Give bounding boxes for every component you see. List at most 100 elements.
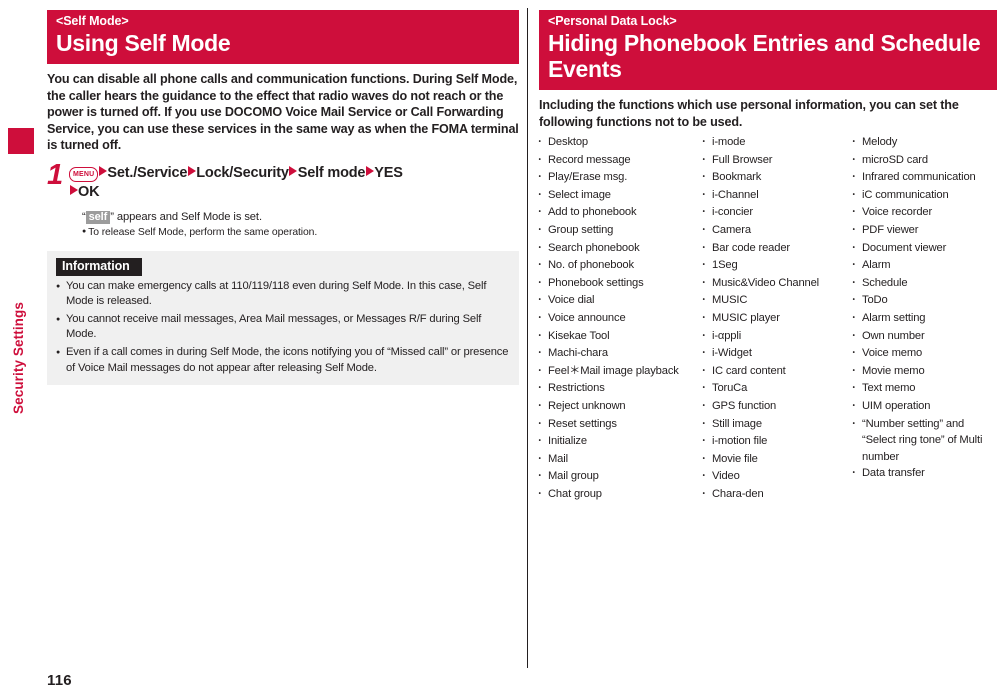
locked-function-item: Reject unknown <box>537 398 703 416</box>
locked-functions-column-1: DesktopRecord messagePlay/Erase msg.Sele… <box>537 134 703 504</box>
locked-function-item: i-mode <box>701 134 853 152</box>
chapter-side-tab: Security Settings <box>0 0 34 697</box>
locked-function-item: Video <box>701 468 853 486</box>
locked-function-item: MUSIC <box>701 292 853 310</box>
locked-function-item: ToDo <box>851 292 997 310</box>
locked-functions-list: DesktopRecord messagePlay/Erase msg.Sele… <box>537 134 997 504</box>
locked-function-item: Music&Video Channel <box>701 275 853 293</box>
information-title: Information <box>56 257 142 276</box>
locked-function-item: Bookmark <box>701 169 853 187</box>
locked-function-item: Text memo <box>851 380 997 398</box>
left-column: <Self Mode> Using Self Mode You can disa… <box>47 10 519 385</box>
arrow-right-icon <box>69 184 78 195</box>
step-item-1[interactable]: Lock/Security <box>196 165 289 181</box>
locked-function-item: Data transfer <box>851 465 997 483</box>
menu-key-icon[interactable]: MENU <box>69 166 99 182</box>
step-item-0[interactable]: Set./Service <box>107 165 187 181</box>
locked-function-item: Melody <box>851 134 997 152</box>
locked-function-item: Restrictions <box>537 380 703 398</box>
information-item: You cannot receive mail messages, Area M… <box>56 312 510 342</box>
chapter-tab-label: Security Settings <box>11 302 26 414</box>
locked-function-item: Movie memo <box>851 363 997 381</box>
step-notes: “self” appears and Self Mode is set. To … <box>69 210 519 240</box>
locked-function-item: Voice dial <box>537 292 703 310</box>
locked-function-item: Schedule <box>851 275 997 293</box>
locked-function-item: Full Browser <box>701 152 853 170</box>
personal-data-lock-title: Hiding Phonebook Entries and Schedule Ev… <box>548 30 981 82</box>
self-mode-step-1: 1 MENU Set./Service Lock/Security Self mode… <box>47 158 519 240</box>
locked-function-item: MUSIC player <box>701 310 853 328</box>
step-note-bullet: To release Self Mode, perform the same o… <box>82 225 519 240</box>
self-indicator-icon: self <box>85 210 111 224</box>
locked-function-item: Voice recorder <box>851 204 997 222</box>
locked-functions-column-3: MelodymicroSD cardInfrared communication… <box>851 134 997 503</box>
locked-function-item: microSD card <box>851 152 997 170</box>
locked-function-item: i-concier <box>701 204 853 222</box>
locked-function-item: Add to phonebook <box>537 204 703 222</box>
locked-function-item: 1Seg <box>701 257 853 275</box>
locked-function-item: Desktop <box>537 134 703 152</box>
right-column: <Personal Data Lock> Hiding Phonebook En… <box>537 10 997 504</box>
locked-function-item: “Number setting” and “Select ring tone” … <box>851 416 997 466</box>
step-note-chip-line: “self” appears and Self Mode is set. <box>82 210 519 225</box>
step-item-3[interactable]: YES <box>374 165 403 181</box>
locked-function-item: Bar code reader <box>701 240 853 258</box>
step-item-4[interactable]: OK <box>78 184 100 200</box>
locked-function-item: Chat group <box>537 486 703 504</box>
locked-function-item: Feel＊Mail image playback <box>537 363 703 381</box>
page-number: 116 <box>47 672 72 689</box>
locked-function-item: Voice memo <box>851 345 997 363</box>
locked-function-item: Reset settings <box>537 416 703 434</box>
self-mode-eyebrow: <Self Mode> <box>56 14 129 28</box>
locked-function-item: Chara-den <box>701 486 853 504</box>
locked-function-item: Still image <box>701 416 853 434</box>
locked-function-item: UIM operation <box>851 398 997 416</box>
locked-function-item: Camera <box>701 222 853 240</box>
locked-function-item: Mail group <box>537 468 703 486</box>
locked-function-item: Group setting <box>537 222 703 240</box>
personal-data-lock-lead-paragraph: Including the functions which use person… <box>539 98 959 129</box>
self-mode-title: Using Self Mode <box>56 30 231 56</box>
locked-function-item: Document viewer <box>851 240 997 258</box>
locked-function-item: Kisekae Tool <box>537 328 703 346</box>
locked-function-item: Voice announce <box>537 310 703 328</box>
information-item: You can make emergency calls at 110/119/… <box>56 279 510 309</box>
locked-function-item: i-motion file <box>701 433 853 451</box>
locked-function-item: Phonebook settings <box>537 275 703 293</box>
information-item: Even if a call comes in during Self Mode… <box>56 345 510 375</box>
step-item-2[interactable]: Self mode <box>298 165 366 181</box>
self-mode-lead-paragraph: You can disable all phone calls and comm… <box>47 72 519 152</box>
locked-function-item: ToruCa <box>701 380 853 398</box>
step-note-text: ” appears and Self Mode is set. <box>110 210 262 223</box>
locked-function-item: Infrared communication <box>851 169 997 187</box>
locked-function-item: Mail <box>537 451 703 469</box>
locked-function-item: Alarm setting <box>851 310 997 328</box>
column-divider <box>527 8 528 668</box>
locked-function-item: Record message <box>537 152 703 170</box>
locked-function-item: PDF viewer <box>851 222 997 240</box>
personal-data-lock-eyebrow: <Personal Data Lock> <box>548 14 677 28</box>
locked-function-item: GPS function <box>701 398 853 416</box>
locked-function-item: Initialize <box>537 433 703 451</box>
information-item-list: You can make emergency calls at 110/119/… <box>56 279 510 376</box>
locked-function-item: No. of phonebook <box>537 257 703 275</box>
step-number: 1 <box>47 158 64 191</box>
locked-function-item: IC card content <box>701 363 853 381</box>
locked-function-item: Own number <box>851 328 997 346</box>
locked-function-item: iC communication <box>851 187 997 205</box>
self-mode-banner: <Self Mode> Using Self Mode <box>47 10 519 64</box>
arrow-right-icon <box>289 165 298 176</box>
step-operation-sequence: MENU Set./Service Lock/Security Self mode YE… <box>69 164 519 202</box>
locked-function-item: Machi-chara <box>537 345 703 363</box>
locked-function-item: i-Channel <box>701 187 853 205</box>
arrow-right-icon <box>187 165 196 176</box>
locked-function-item: i-Widget <box>701 345 853 363</box>
locked-function-item: Search phonebook <box>537 240 703 258</box>
chapter-tab-marker <box>8 128 34 154</box>
locked-function-item: Select image <box>537 187 703 205</box>
information-box: Information You can make emergency calls… <box>47 250 519 385</box>
locked-function-item: Alarm <box>851 257 997 275</box>
locked-function-item: Play/Erase msg. <box>537 169 703 187</box>
arrow-right-icon <box>98 165 107 176</box>
arrow-right-icon <box>365 165 374 176</box>
